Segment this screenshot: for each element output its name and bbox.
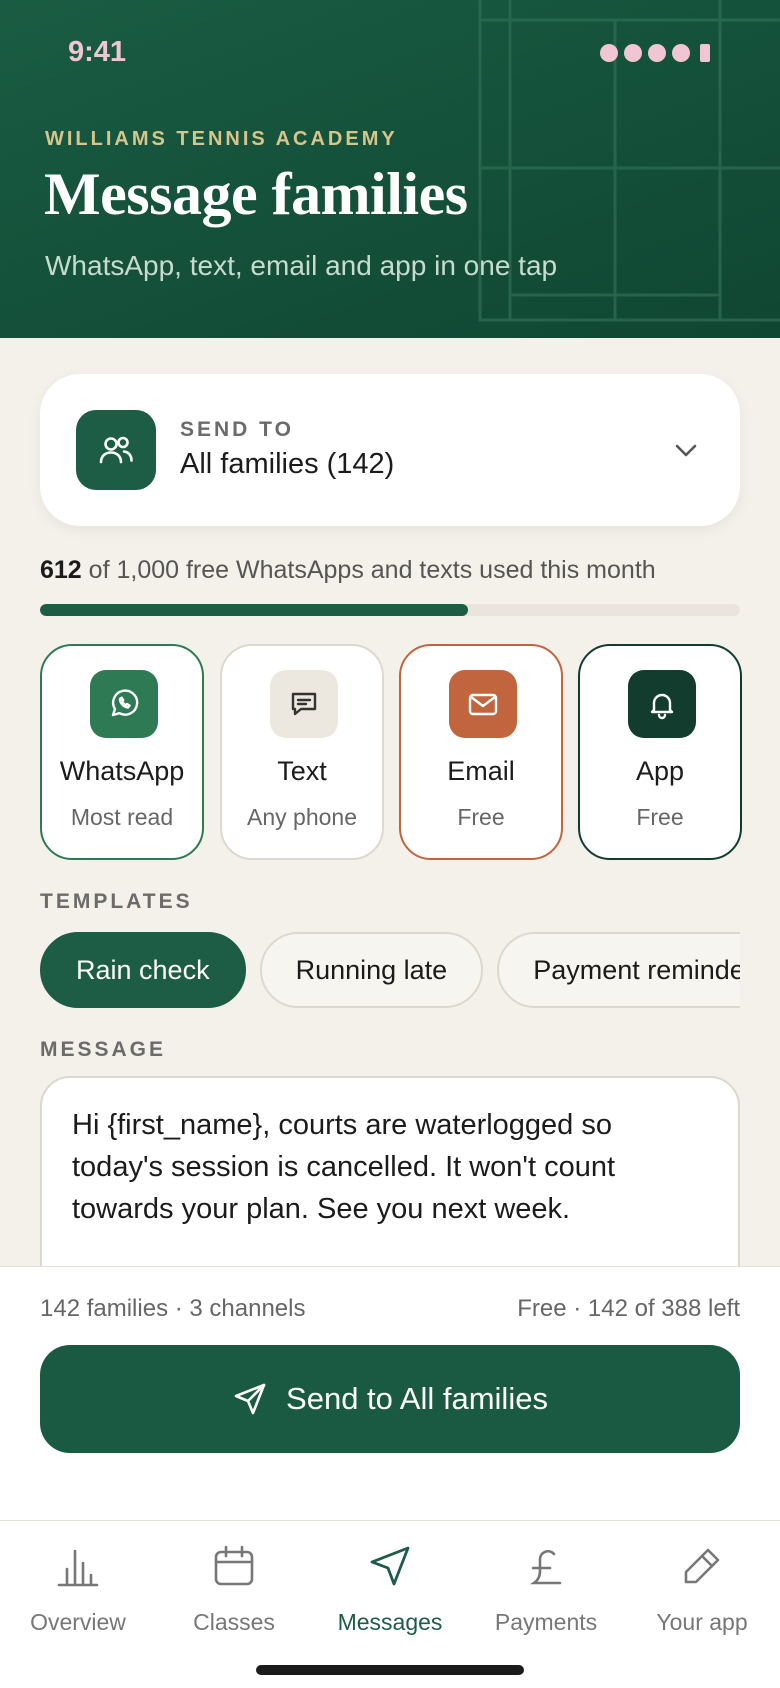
channel-whatsapp[interactable]: WhatsApp Most read: [40, 644, 204, 860]
calendar-icon: [156, 1541, 312, 1591]
channel-name: App: [635, 756, 685, 786]
message-label: MESSAGE: [40, 1038, 167, 1061]
send-to-selector[interactable]: SEND TO All families (142): [40, 374, 740, 526]
status-signal-icon: [600, 44, 710, 62]
tab-label: Your app: [656, 1609, 748, 1635]
usage-count: 612: [40, 556, 82, 584]
tab-overview[interactable]: Overview: [0, 1541, 156, 1636]
pound-icon: [468, 1541, 624, 1591]
mail-icon: [449, 670, 517, 738]
send-button-label: Send to All families: [286, 1381, 548, 1416]
usage-description: of 1,000 free WhatsApps and texts used t…: [88, 556, 656, 584]
chart-icon: [0, 1541, 156, 1591]
bell-icon: [628, 670, 696, 738]
send-summary-sheet: 142 families · 3 channels Free · 142 of …: [0, 1266, 780, 1522]
tab-label: Payments: [494, 1609, 598, 1635]
channel-subtitle: Free: [636, 804, 684, 830]
send-to-label: SEND TO: [180, 418, 294, 441]
templates-label: TEMPLATES: [40, 890, 193, 913]
users-icon: [76, 410, 156, 490]
tab-payments[interactable]: Payments: [468, 1541, 624, 1636]
page-title: Message families: [44, 161, 468, 227]
usage-progress-bar: [40, 604, 740, 616]
whatsapp-icon: [90, 670, 158, 738]
templates-list: Rain check Running late Payment reminder: [40, 932, 740, 1008]
cost-summary: Free · 142 of 388 left: [517, 1295, 740, 1322]
channel-email[interactable]: Email Free: [399, 644, 563, 860]
channel-name: Text: [277, 756, 327, 786]
tab-label: Overview: [30, 1609, 126, 1635]
home-indicator: [256, 1665, 524, 1675]
usage-text: 612 of 1,000 free WhatsApps and texts us…: [40, 556, 656, 585]
send-button[interactable]: Send to All families: [40, 1345, 740, 1453]
send-to-value: All families (142): [180, 448, 395, 480]
chat-icon: [270, 670, 338, 738]
header: 9:41 WILLIAMS TENNIS ACADEMY Message fam…: [0, 0, 780, 338]
battery-icon: [700, 44, 710, 62]
channel-text[interactable]: Text Any phone: [220, 644, 384, 860]
tab-classes[interactable]: Classes: [156, 1541, 312, 1636]
academy-name: WILLIAMS TENNIS ACADEMY: [45, 128, 398, 150]
channel-name: WhatsApp: [59, 756, 185, 786]
usage-progress-fill: [40, 604, 469, 616]
page-subtitle: WhatsApp, text, email and app in one tap: [45, 250, 558, 281]
channel-subtitle: Any phone: [247, 804, 357, 830]
send-icon: [312, 1541, 468, 1591]
chevron-down-icon: [675, 444, 697, 457]
tab-label: Classes: [193, 1609, 275, 1635]
template-chip-rain-check[interactable]: Rain check: [40, 932, 246, 1008]
channel-app[interactable]: App Free: [578, 644, 742, 860]
status-time: 9:41: [68, 36, 127, 68]
tab-messages[interactable]: Messages: [312, 1541, 468, 1636]
template-chip-running-late[interactable]: Running late: [259, 932, 484, 1008]
tab-your-app[interactable]: Your app: [624, 1541, 780, 1636]
pencil-icon: [624, 1541, 780, 1591]
template-chip-payment-reminder[interactable]: Payment reminder: [497, 932, 740, 1008]
channel-subtitle: Free: [457, 804, 505, 830]
tab-bar: Overview Classes Messages Payments Your …: [0, 1520, 780, 1688]
channel-subtitle: Most read: [70, 804, 174, 830]
send-icon: [234, 1383, 266, 1415]
channel-name: Email: [447, 756, 515, 786]
tab-label: Messages: [337, 1609, 443, 1635]
recipient-summary: 142 families · 3 channels: [40, 1295, 306, 1322]
